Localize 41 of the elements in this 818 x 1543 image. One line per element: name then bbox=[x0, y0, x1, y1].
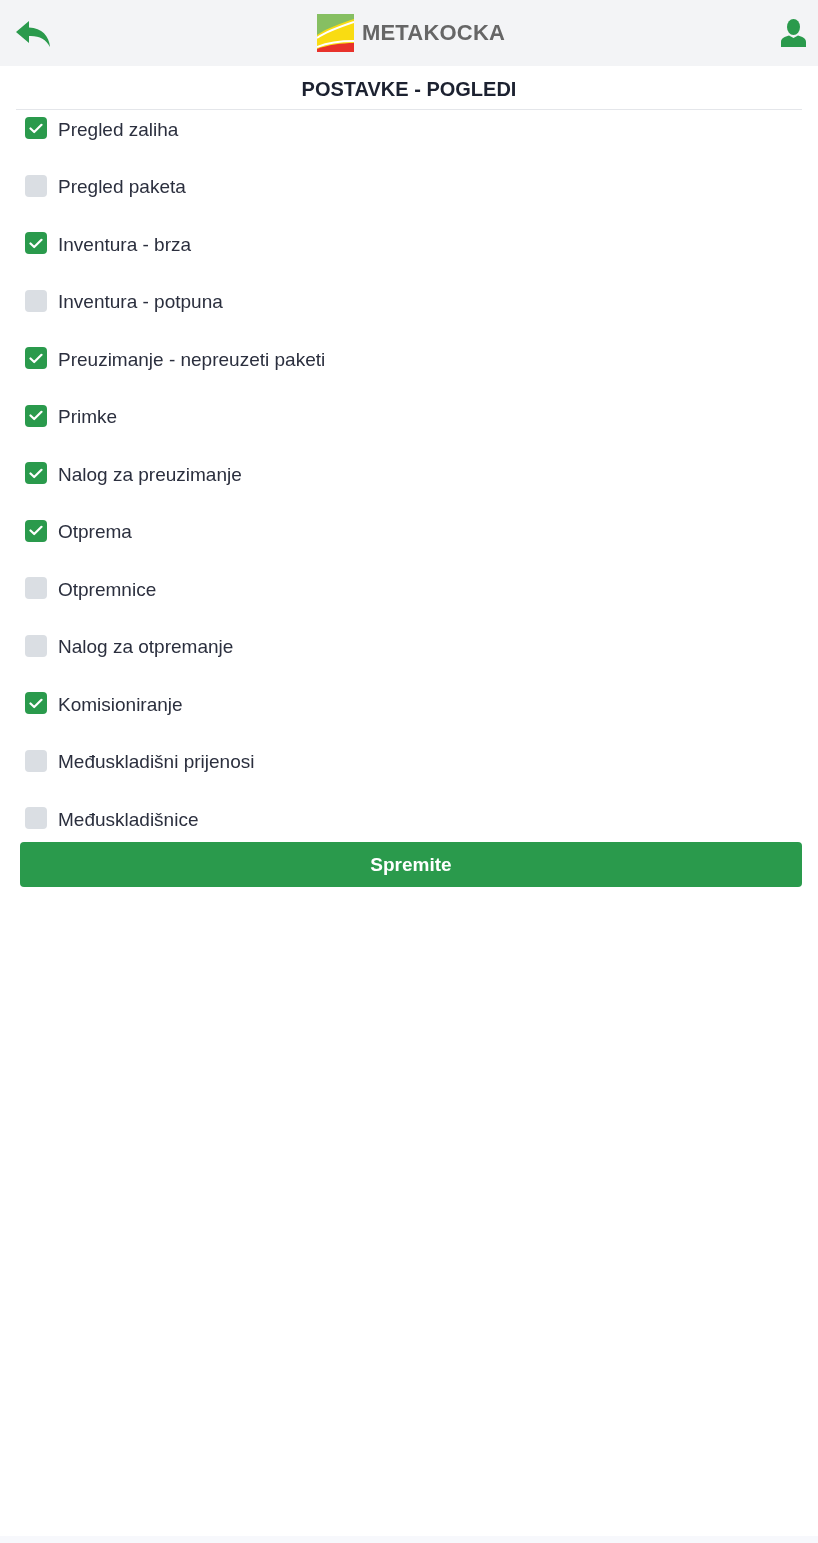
checkbox[interactable] bbox=[25, 749, 47, 772]
option-label: Inventura - potpuna bbox=[58, 290, 223, 313]
checkbox[interactable] bbox=[25, 807, 47, 829]
checkbox[interactable] bbox=[25, 462, 47, 484]
save-button[interactable]: Spremite bbox=[20, 842, 802, 887]
check-icon bbox=[29, 467, 43, 479]
check-icon bbox=[29, 352, 43, 364]
option-label: Komisioniranje bbox=[58, 692, 183, 716]
option-label: Primke bbox=[58, 405, 118, 428]
user-button[interactable] bbox=[781, 19, 806, 47]
checkbox[interactable] bbox=[25, 577, 47, 599]
checkbox[interactable] bbox=[25, 117, 47, 139]
option-label: Otprema bbox=[58, 520, 132, 543]
checkbox[interactable] bbox=[25, 692, 47, 714]
option-label: Nalog za otpremanje bbox=[58, 635, 234, 658]
back-button[interactable] bbox=[15, 20, 51, 48]
check-icon bbox=[29, 410, 43, 421]
option-label: Nalog za preuzimanje bbox=[58, 462, 242, 486]
checkbox[interactable] bbox=[25, 289, 47, 312]
back-arrow-icon bbox=[15, 20, 51, 48]
check-icon bbox=[29, 122, 43, 134]
option-label: Pregled paketa bbox=[58, 175, 186, 198]
option-label: Otpremnice bbox=[58, 577, 157, 601]
check-icon bbox=[29, 237, 43, 249]
checkbox[interactable] bbox=[25, 347, 47, 369]
check-icon bbox=[29, 697, 43, 709]
option-label: Inventura - brza bbox=[58, 232, 192, 256]
logo-icon bbox=[316, 14, 354, 52]
checkbox[interactable] bbox=[25, 404, 47, 427]
checkbox[interactable] bbox=[25, 519, 47, 542]
option-label: Međuskladišni prijenosi bbox=[58, 750, 255, 773]
checkbox[interactable] bbox=[25, 634, 47, 657]
checkbox[interactable] bbox=[25, 174, 47, 197]
option-label: Preuzimanje - nepreuzeti paketi bbox=[58, 347, 326, 371]
logo-text: METAKOCKA bbox=[361, 20, 506, 46]
checkbox[interactable] bbox=[25, 232, 47, 254]
user-icon bbox=[781, 19, 806, 47]
option-label: Pregled zaliha bbox=[58, 117, 179, 141]
option-label: Međuskladišnice bbox=[58, 807, 199, 831]
page-title: POSTAVKE - POGLEDI bbox=[16, 66, 802, 110]
check-icon bbox=[29, 525, 43, 536]
